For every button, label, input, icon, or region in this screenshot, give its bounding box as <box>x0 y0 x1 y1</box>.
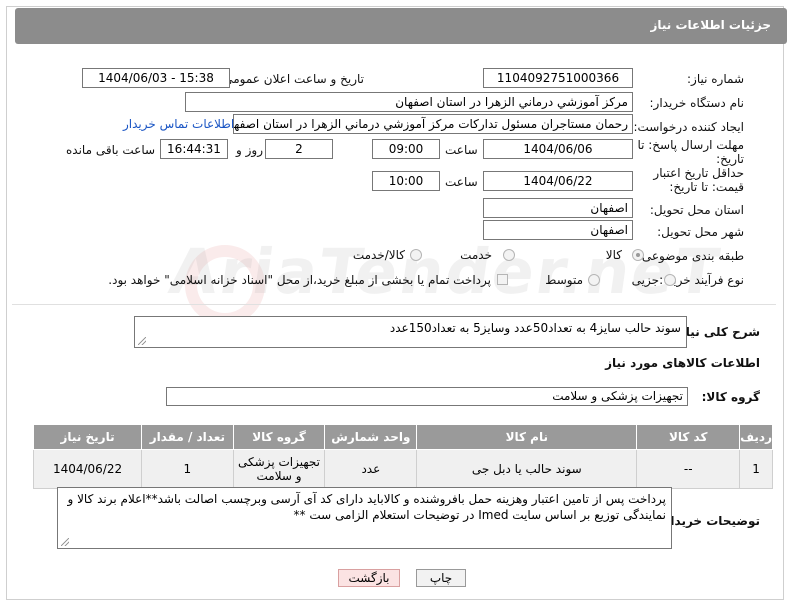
process-medium-label: متوسط <box>545 273 583 287</box>
reply-time-field: 09:00 <box>372 139 440 159</box>
cell-row: 1 <box>739 449 773 489</box>
divider <box>12 304 776 305</box>
reply-deadline-label: مهلت ارسال پاسخ: تا تاریخ: <box>637 138 744 166</box>
announce-datetime-label: تاریخ و ساعت اعلان عمومی: <box>219 72 364 86</box>
process-medium-radio[interactable] <box>588 274 600 286</box>
delivery-province-field: اصفهان <box>483 198 633 218</box>
category-service-label: خدمت <box>460 248 492 262</box>
category-label: طبقه بندی موضوعی: <box>637 249 744 263</box>
buyer-notes-label: توضیحات خریدار: <box>658 514 760 528</box>
buyer-notes-textarea[interactable]: پرداخت پس از تامین اعتبار وهزینه حمل باف… <box>57 487 672 549</box>
price-validity-label: حداقل تاریخ اعتبار قیمت: تا تاریخ: <box>653 166 744 194</box>
cell-name: سوند حالب یا دبل جی <box>416 449 638 489</box>
category-goods-service-label: کالا/خدمت <box>352 248 405 262</box>
announce-datetime-field: 1404/06/03 - 15:38 <box>82 68 230 88</box>
col-code: کد کالا <box>636 424 741 450</box>
cell-need-date: 1404/06/22 <box>32 449 143 489</box>
requester-field: رحمان مستاجران مسئول تداركات مرکز آموزشي… <box>233 114 633 134</box>
col-need-date: تاریخ نیاز <box>32 424 143 450</box>
goods-table: ردیف کد کالا نام کالا واحد شمارش گروه کا… <box>32 424 773 489</box>
treasury-payment-note: پرداخت تمام یا بخشی از مبلغ خرید،از محل … <box>108 273 491 287</box>
watermark-text: AriaTender.neT <box>164 235 726 308</box>
col-row: ردیف <box>739 424 773 450</box>
delivery-city-field: اصفهان <box>483 220 633 240</box>
need-number-label: شماره نیاز: <box>687 72 744 86</box>
resize-grip[interactable] <box>61 538 69 546</box>
remaining-label: ساعت باقی مانده <box>66 143 156 157</box>
category-goods-label: کالا <box>605 248 622 262</box>
cell-quantity: 1 <box>141 449 234 489</box>
buyer-contact-link[interactable]: اطلاعات تماس خریدار <box>123 117 234 131</box>
table-header-row: ردیف کد کالا نام کالا واحد شمارش گروه کا… <box>32 424 773 450</box>
requester-label: ایجاد کننده درخواست: <box>633 120 744 134</box>
price-time-field: 10:00 <box>372 171 440 191</box>
cell-group: تجهیزات پزشکی و سلامت <box>232 449 326 489</box>
reply-days-field: 2 <box>265 139 333 159</box>
treasury-payment-checkbox[interactable] <box>497 274 508 285</box>
reply-remaining-field: 16:44:31 <box>160 139 228 159</box>
category-goods-service-radio[interactable] <box>410 249 422 261</box>
buyer-org-field: مرکز آموزشي درماني الزهرا در استان اصفها… <box>185 92 633 112</box>
page-title: جزئیات اطلاعات نیاز <box>650 18 771 32</box>
back-button[interactable]: بازگشت <box>338 569 400 587</box>
process-minor-radio[interactable] <box>664 274 676 286</box>
general-desc-textarea[interactable]: سوند حالب سایز4 به تعداد50عدد وسایز5 به … <box>134 316 687 348</box>
table-row: 1 -- سوند حالب یا دبل جی عدد تجهیزات پزش… <box>32 449 773 489</box>
col-name: نام کالا <box>416 424 638 450</box>
col-unit: واحد شمارش <box>324 424 418 450</box>
page-header: جزئیات اطلاعات نیاز <box>15 8 787 44</box>
day-and-label: روز و <box>236 143 263 157</box>
reply-time-label: ساعت <box>445 143 478 157</box>
cell-code: -- <box>636 449 741 489</box>
resize-grip[interactable] <box>138 337 146 345</box>
buyer-org-label: نام دستگاه خریدار: <box>649 96 745 110</box>
reply-date-field: 1404/06/06 <box>483 139 633 159</box>
goods-group-label: گروه کالا: <box>701 390 760 404</box>
buyer-notes-text: پرداخت پس از تامین اعتبار وهزینه حمل باف… <box>67 492 666 522</box>
price-time-label: ساعت <box>445 175 478 189</box>
goods-group-field: تجهیزات پزشکی و سلامت <box>166 387 688 406</box>
price-date-field: 1404/06/22 <box>483 171 633 191</box>
cell-unit: عدد <box>324 449 418 489</box>
category-service-radio[interactable] <box>503 249 515 261</box>
category-goods-radio[interactable] <box>632 249 644 261</box>
process-minor-label: جزیی <box>631 273 659 287</box>
goods-info-heading: اطلاعات کالاهای مورد نیاز <box>605 356 760 370</box>
col-quantity: تعداد / مقدار <box>141 424 234 450</box>
delivery-city-label: شهر محل تحویل: <box>657 225 744 239</box>
col-group: گروه کالا <box>232 424 326 450</box>
delivery-province-label: استان محل تحویل: <box>649 203 744 217</box>
print-button[interactable]: چاپ <box>416 569 466 587</box>
need-number-field: 1104092751000366 <box>483 68 633 88</box>
general-desc-text: سوند حالب سایز4 به تعداد50عدد وسایز5 به … <box>389 321 681 335</box>
